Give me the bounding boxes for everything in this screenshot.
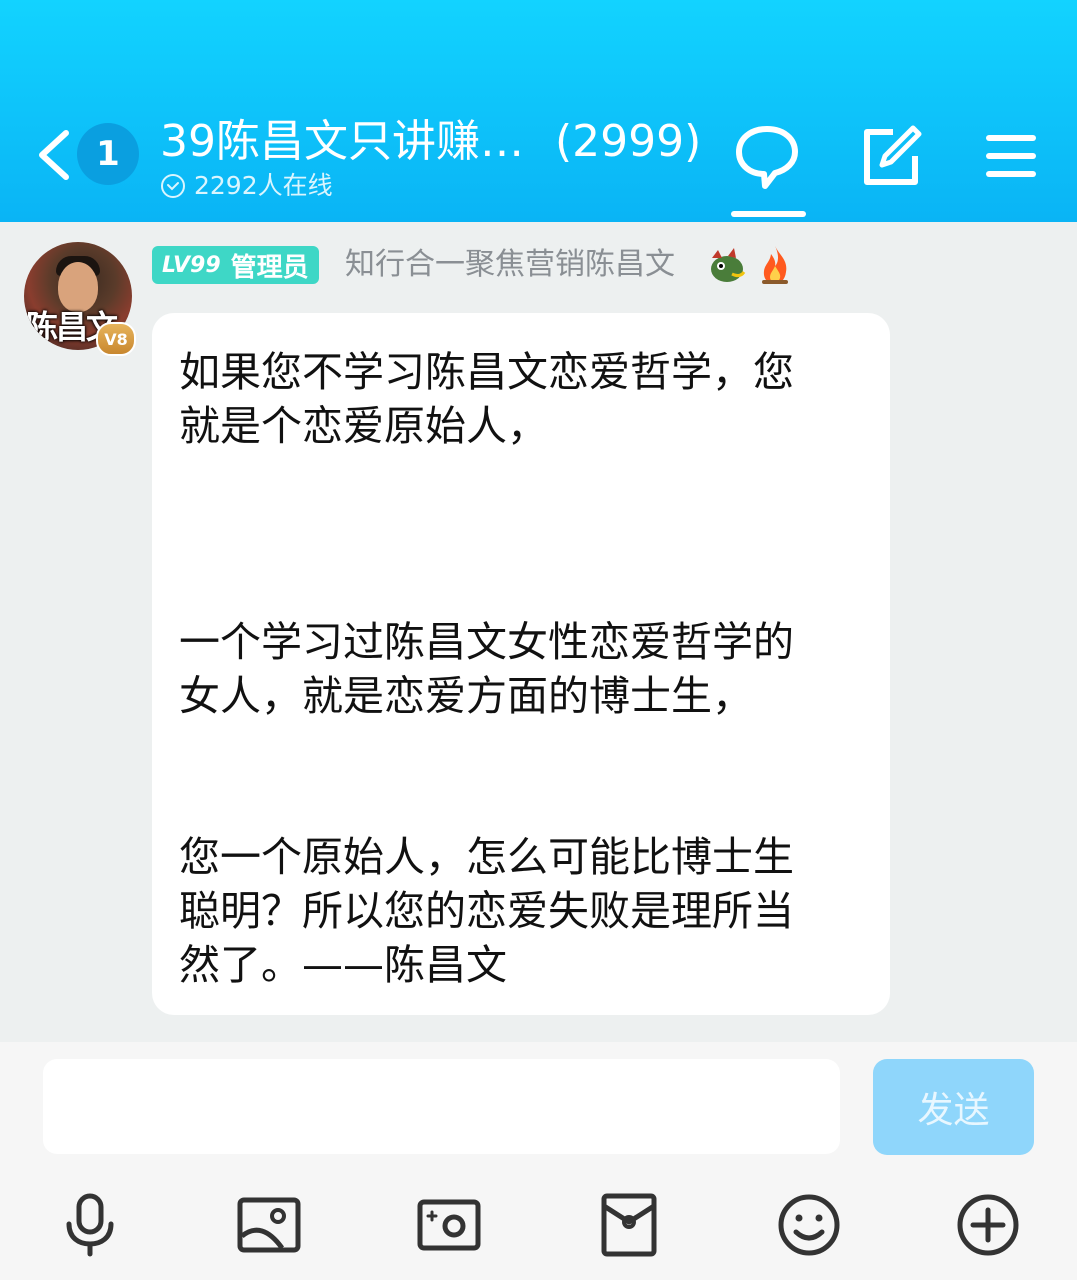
image-icon[interactable] (236, 1192, 302, 1258)
fire-icon (762, 246, 788, 284)
message-line: 您一个原始人，怎么可能比博士生 (179, 833, 794, 881)
message-line: 如果您不学习陈昌文恋爱哲学，您 (179, 348, 794, 396)
member-count: (2999) (555, 116, 702, 167)
message-line: 女人，就是恋爱方面的博士生， (179, 672, 753, 720)
red-packet-icon[interactable] (596, 1192, 662, 1258)
level-role-tag: LV99 管理员 (152, 246, 319, 284)
message-line: 然了。——陈昌文 (179, 941, 507, 989)
sender-name[interactable]: 知行合一聚焦营销陈昌文 (345, 244, 675, 286)
chat-header: 1 39陈昌文只讲赚… (2999) 2292人在线 (0, 0, 1077, 222)
microphone-icon[interactable] (57, 1192, 123, 1258)
emoji-icon[interactable] (776, 1192, 842, 1258)
message-line: 一个学习过陈昌文女性恋爱哲学的 (179, 618, 794, 666)
dragon-icon (711, 248, 746, 282)
chat-icon[interactable] (731, 120, 803, 192)
message-input[interactable] (43, 1059, 840, 1154)
back-icon[interactable] (34, 127, 74, 183)
group-title: 39陈昌文只讲赚… (160, 116, 524, 167)
unread-count-badge[interactable]: 1 (77, 123, 139, 185)
message-line: 就是个恋爱原始人， (179, 402, 548, 450)
online-status: 2292人在线 (160, 168, 333, 204)
plus-icon[interactable] (955, 1192, 1021, 1258)
edit-icon[interactable] (853, 120, 925, 192)
online-check-icon (161, 174, 185, 198)
camera-icon[interactable] (416, 1192, 482, 1258)
send-button[interactable]: 发送 (873, 1059, 1034, 1155)
role-label: 管理员 (230, 252, 309, 283)
level-label: LV99 (162, 252, 221, 278)
online-count-text: 2292人在线 (194, 171, 333, 200)
active-tab-indicator (731, 211, 806, 217)
menu-icon[interactable] (975, 120, 1047, 192)
message-line: 聪明？所以您的恋爱失败是理所当 (179, 887, 794, 935)
vip-badge: V8 (96, 322, 136, 356)
